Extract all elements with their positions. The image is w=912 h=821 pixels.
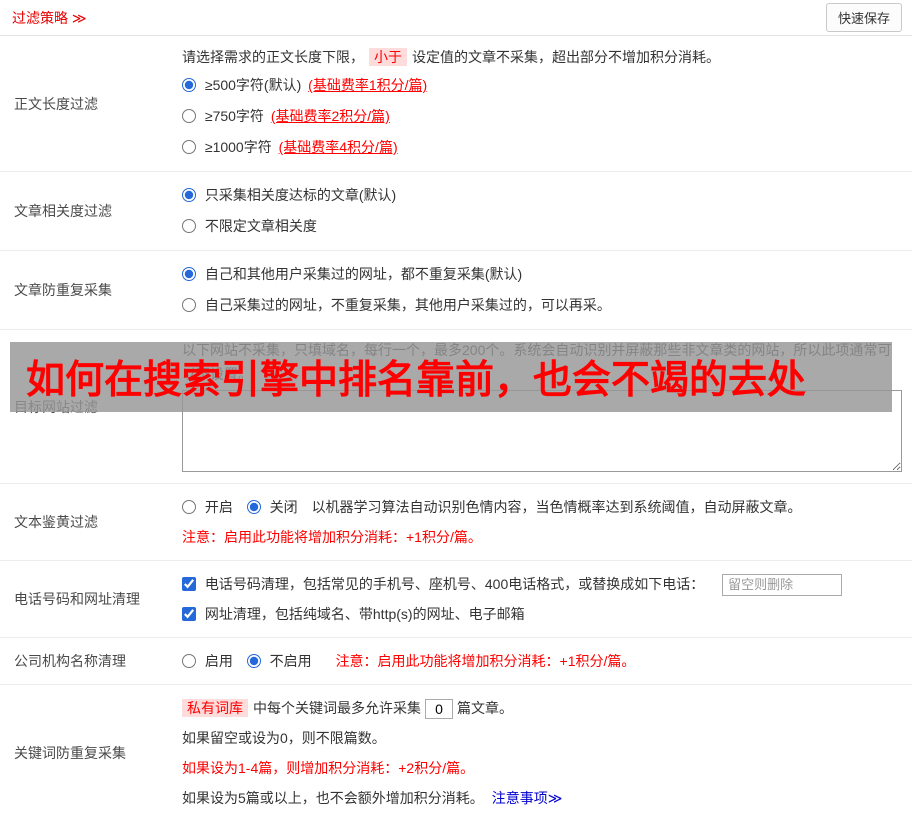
dedup-option-self-only[interactable]: 自己采集过的网址，不重复采集，其他用户采集过的，可以再采。	[182, 290, 902, 321]
dedup-filter-label: 文章防重复采集	[14, 282, 112, 298]
keyword-rule-zero: 如果留空或设为0，则不限篇数。	[182, 730, 386, 746]
page-title[interactable]: 过滤策略 ≫	[12, 8, 87, 28]
porn-option-off-label: 关闭	[269, 499, 298, 515]
phone-clean-option-label: 电话号码清理，包括常见的手机号、座机号、400电话格式，或替换成如下电话：	[204, 576, 705, 592]
company-clean-enable-label: 启用	[204, 653, 233, 669]
length-option-500[interactable]: ≥500字符(默认) (基础费率1积分/篇)	[182, 70, 902, 101]
dedup-option-self-only-label: 自己采集过的网址，不重复采集，其他用户采集过的，可以再采。	[204, 297, 611, 313]
keyword-rule-1-4: 如果设为1-4篇，则增加积分消耗：+2积分/篇。	[182, 760, 475, 776]
porn-option-on-label: 开启	[204, 499, 233, 515]
url-clean-checkbox[interactable]	[182, 607, 196, 621]
porn-option-off[interactable]: 关闭	[246, 499, 302, 515]
keyword-dedup-label: 关键词防重复采集	[14, 745, 126, 761]
company-clean-content: 启用 不启用 注意：启用此功能将增加积分消耗：+1积分/篇。	[168, 638, 912, 684]
company-clean-warning: 注意：启用此功能将增加积分消耗：+1积分/篇。	[335, 653, 636, 669]
phone-clean-checkbox[interactable]	[182, 577, 196, 591]
length-option-1000[interactable]: ≥1000字符 (基础费率4积分/篇)	[182, 132, 902, 163]
intro-text-pre: 请选择需求的正文长度下限，	[182, 49, 364, 65]
porn-filter-description: 以机器学习算法自动识别色情内容，当色情概率达到系统阈值，自动屏蔽文章。	[311, 499, 802, 515]
keyword-dedup-content: 私有词库中每个关键词最多允许采集 篇文章。 如果留空或设为0，则不限篇数。 如果设…	[168, 685, 912, 821]
row-porn-filter: 文本鉴黄过滤 开启 关闭 以机器学习算法自动识别色情内容，当色情概率达到系统阈值…	[0, 484, 912, 561]
length-filter-content: 请选择需求的正文长度下限， 小于 设定值的文章不采集，超出部分不增加积分消耗。 ≥5…	[168, 36, 912, 171]
row-keyword-dedup: 关键词防重复采集 私有词库中每个关键词最多允许采集 篇文章。 如果留空或设为0，则…	[0, 685, 912, 821]
watermark-banner: 如何在搜索引擎中排名靠前，也会不竭的去处	[10, 342, 892, 412]
length-option-500-label: ≥500字符(默认)	[204, 77, 302, 93]
relevance-radio-any[interactable]	[182, 219, 196, 233]
notes-link[interactable]: 注意事项≫	[492, 790, 563, 806]
length-filter-label: 正文长度过滤	[14, 95, 98, 112]
length-option-750-label: ≥750字符	[204, 108, 264, 124]
quick-save-button[interactable]: 快速保存	[825, 3, 902, 32]
dedup-option-all-users-label: 自己和其他用户采集过的网址，都不重复采集(默认)	[204, 266, 523, 282]
keyword-limit-text-end: 篇文章。	[457, 700, 513, 716]
length-option-750-note: (基础费率2积分/篇)	[270, 108, 390, 124]
keyword-limit-input[interactable]	[425, 699, 453, 720]
watermark-text: 如何在搜索引擎中排名靠前，也会不竭的去处	[26, 359, 807, 402]
phone-clean-option[interactable]: 电话号码清理，包括常见的手机号、座机号、400电话格式，或替换成如下电话：	[182, 576, 708, 592]
length-filter-intro: 请选择需求的正文长度下限， 小于 设定值的文章不采集，超出部分不增加积分消耗。	[182, 44, 902, 70]
phone-url-clean-label: 电话号码和网址清理	[14, 591, 140, 607]
intro-text-post: 设定值的文章不采集，超出部分不增加积分消耗。	[412, 49, 720, 65]
porn-filter-content: 开启 关闭 以机器学习算法自动识别色情内容，当色情概率达到系统阈值，自动屏蔽文章…	[168, 484, 912, 560]
porn-filter-warning: 注意：启用此功能将增加积分消耗：+1积分/篇。	[182, 529, 482, 545]
url-clean-option-label: 网址清理，包括纯域名、带http(s)的网址、电子邮箱	[204, 606, 525, 622]
relevance-radio-strict[interactable]	[182, 188, 196, 202]
porn-radio-off[interactable]	[246, 500, 261, 514]
relevance-option-strict-label: 只采集相关度达标的文章(默认)	[204, 187, 397, 203]
intro-highlight: 小于	[369, 48, 407, 66]
length-option-500-note: (基础费率1积分/篇)	[308, 77, 428, 93]
length-option-1000-label: ≥1000字符	[204, 139, 272, 155]
company-clean-radio-enable[interactable]	[182, 654, 196, 668]
company-clean-disable-label: 不启用	[269, 653, 312, 669]
length-radio-1000[interactable]	[182, 140, 196, 154]
length-radio-500[interactable]	[182, 78, 196, 92]
relevance-option-any[interactable]: 不限定文章相关度	[182, 211, 902, 242]
relevance-filter-content: 只采集相关度达标的文章(默认) 不限定文章相关度	[168, 172, 912, 250]
dedup-radio-self-only[interactable]	[182, 298, 196, 312]
dedup-filter-content: 自己和其他用户采集过的网址，都不重复采集(默认) 自己采集过的网址，不重复采集，…	[168, 251, 912, 329]
row-relevance-filter: 文章相关度过滤 只采集相关度达标的文章(默认) 不限定文章相关度	[0, 172, 912, 251]
url-clean-option[interactable]: 网址清理，包括纯域名、带http(s)的网址、电子邮箱	[182, 606, 525, 622]
company-clean-label: 公司机构名称清理	[14, 653, 126, 669]
length-option-1000-note: (基础费率4积分/篇)	[278, 139, 398, 155]
porn-option-on[interactable]: 开启	[182, 499, 237, 515]
dedup-option-all-users[interactable]: 自己和其他用户采集过的网址，都不重复采集(默认)	[182, 259, 902, 290]
relevance-filter-label: 文章相关度过滤	[14, 203, 112, 219]
company-clean-option-enable[interactable]: 启用	[182, 653, 237, 669]
keyword-limit-text-mid: 中每个关键词最多允许采集	[253, 700, 421, 716]
porn-filter-label: 文本鉴黄过滤	[14, 514, 98, 530]
keyword-rule-5plus: 如果设为5篇或以上，也不会额外增加积分消耗。	[182, 790, 484, 806]
topbar: 过滤策略 ≫ 快速保存	[0, 0, 912, 36]
phone-replacement-input[interactable]	[722, 574, 843, 597]
length-option-750[interactable]: ≥750字符 (基础费率2积分/篇)	[182, 101, 902, 132]
company-clean-option-disable[interactable]: 不启用	[246, 653, 316, 669]
company-clean-radio-disable[interactable]	[246, 654, 261, 668]
dedup-radio-all-users[interactable]	[182, 267, 196, 281]
row-phone-url-clean: 电话号码和网址清理 电话号码清理，包括常见的手机号、座机号、400电话格式，或替…	[0, 561, 912, 638]
length-radio-750[interactable]	[182, 109, 196, 123]
row-dedup-filter: 文章防重复采集 自己和其他用户采集过的网址，都不重复采集(默认) 自己采集过的网…	[0, 251, 912, 330]
private-lexicon-highlight: 私有词库	[182, 699, 248, 717]
relevance-option-strict[interactable]: 只采集相关度达标的文章(默认)	[182, 180, 902, 211]
row-company-clean: 公司机构名称清理 启用 不启用 注意：启用此功能将增加积分消耗：+1积分/篇。	[0, 638, 912, 685]
relevance-option-any-label: 不限定文章相关度	[204, 218, 317, 234]
phone-url-clean-content: 电话号码清理，包括常见的手机号、座机号、400电话格式，或替换成如下电话： 网址…	[168, 561, 912, 637]
porn-radio-on[interactable]	[182, 500, 196, 514]
row-length-filter: 正文长度过滤 请选择需求的正文长度下限， 小于 设定值的文章不采集，超出部分不增加积…	[0, 36, 912, 172]
